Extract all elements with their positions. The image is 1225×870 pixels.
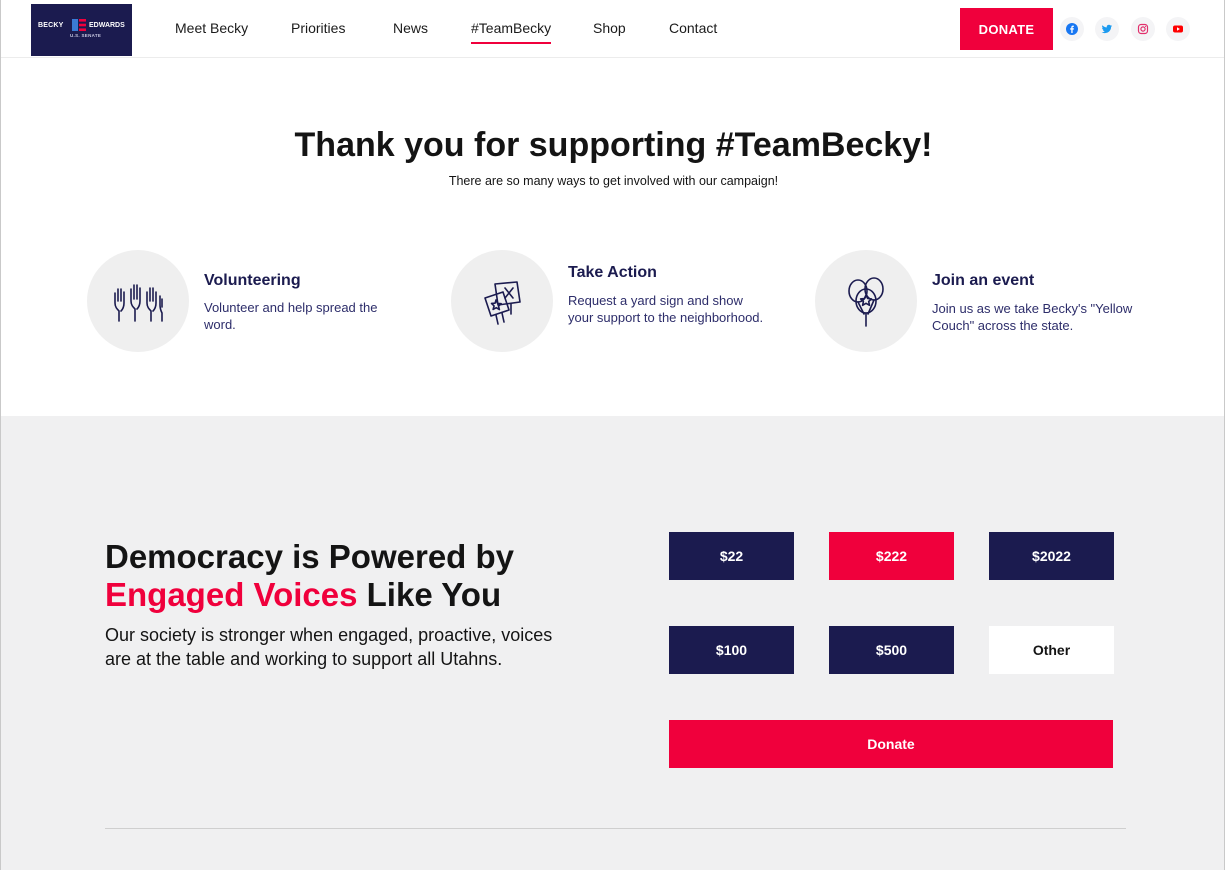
donate-submit-button[interactable]: Donate [669,720,1113,768]
feature-icon-circle [451,250,553,352]
feature-text: Request a yard sign and show your suppor… [568,293,764,325]
page: BECKY EDWARDS U.S. SENATE Meet Becky Pri… [0,0,1225,870]
headline-line-1: Democracy is Powered by [105,538,515,575]
amount-button-222[interactable]: $222 [829,532,954,580]
page-subtitle: There are so many ways to get involved w… [448,174,779,188]
logo-text-left: BECKY [38,22,64,29]
headline-rest: Like You [357,576,502,613]
balloons-icon [848,277,884,327]
nav-active-indicator [471,42,551,44]
logo-be-mark-icon [72,19,86,31]
site-header: BECKY EDWARDS U.S. SENATE Meet Becky Pri… [1,0,1224,58]
feature-icon-circle [87,250,189,352]
nav-teambecky[interactable]: #TeamBecky [471,20,551,36]
feature-title: Volunteering [204,272,301,289]
logo-text-right: EDWARDS [89,22,125,29]
donate-headline: Democracy is Powered by Engaged Voices L… [105,538,514,614]
amount-button-500[interactable]: $500 [829,626,954,674]
feature-title: Join an event [932,272,1035,289]
raised-hands-icon [114,284,163,322]
donate-paragraph: Our society is stronger when engaged, pr… [105,625,553,669]
headline-accent: Engaged Voices [105,576,358,613]
nav-meet-becky[interactable]: Meet Becky [175,20,248,36]
youtube-icon[interactable] [1166,17,1190,41]
nav-news[interactable]: News [393,20,428,36]
twitter-icon[interactable] [1095,17,1119,41]
section-divider [105,828,1126,829]
nav-contact[interactable]: Contact [669,20,717,36]
header-donate-button[interactable]: DONATE [960,8,1053,50]
campaign-logo[interactable]: BECKY EDWARDS U.S. SENATE [31,4,132,56]
facebook-icon[interactable] [1060,17,1084,41]
amount-button-other[interactable]: Other [989,626,1114,674]
nav-priorities[interactable]: Priorities [291,20,345,36]
logo-tagline: U.S. SENATE [70,33,102,38]
feature-title: Take Action [568,264,657,281]
amount-button-2022[interactable]: $2022 [989,532,1114,580]
page-title: Thank you for supporting #TeamBecky! [294,126,933,164]
instagram-icon[interactable] [1131,17,1155,41]
feature-icon-circle [815,250,917,352]
feature-text: Volunteer and help spread the word. [204,300,378,332]
headline-line-2: Engaged Voices Like You [105,576,514,614]
amount-button-22[interactable]: $22 [669,532,794,580]
amount-button-100[interactable]: $100 [669,626,794,674]
feature-text: Join us as we take Becky's "Yellow Couch… [932,301,1133,333]
yard-signs-icon [484,281,521,325]
nav-shop[interactable]: Shop [593,20,626,36]
